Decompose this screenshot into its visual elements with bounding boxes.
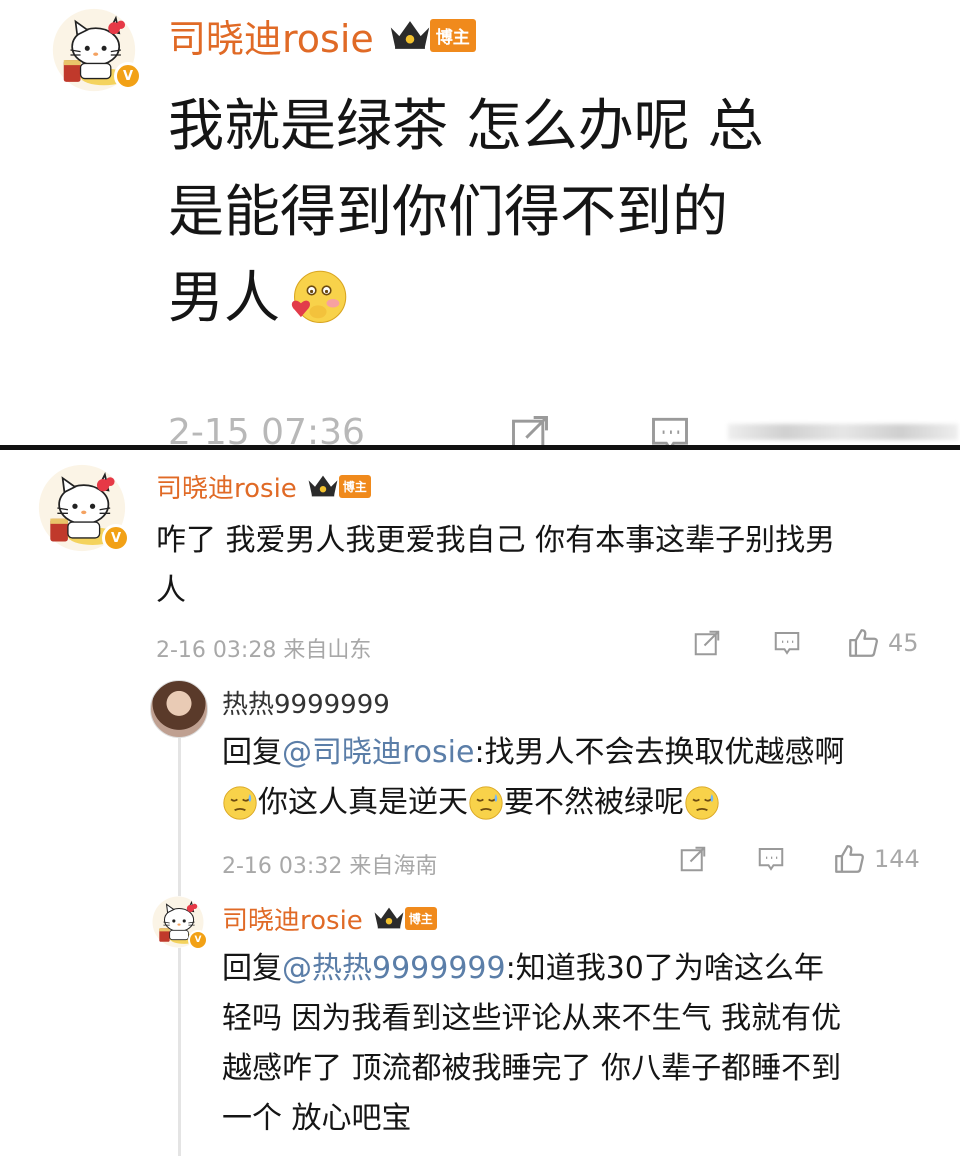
post-footer: 2-15 07:36: [168, 410, 960, 448]
comment-text: 咋了 我爱男人我更爱我自己 你有本事这辈子别找男 人: [156, 516, 835, 616]
crown-icon: [373, 906, 405, 930]
blush-emoji-icon: [286, 267, 350, 331]
crown-icon: [307, 474, 339, 498]
mention-link[interactable]: @热热9999999: [282, 951, 506, 986]
reply1-author-name[interactable]: 热热9999999: [222, 684, 390, 721]
blogger-badge: 博主: [429, 18, 476, 52]
reply-prefix: 回复: [222, 735, 282, 770]
post-text-line: 是能得到你们得不到的: [168, 180, 728, 245]
post-author-name[interactable]: 司晓迪rosie: [168, 8, 374, 63]
verified-v-icon: V: [188, 930, 208, 950]
thumbs-up-icon: [846, 626, 880, 660]
mention-link[interactable]: @司晓迪rosie: [282, 735, 474, 770]
reply1-footer: 2-16 03:32 来自海南 144: [222, 842, 936, 879]
post-text: 我就是绿茶 怎么办呢 总 是能得到你们得不到的 男人: [168, 84, 764, 342]
post-timestamp: 2-15 07:36: [168, 412, 365, 448]
share-icon[interactable]: [678, 844, 708, 874]
comment-author-header: 司晓迪rosie 博主: [156, 468, 371, 504]
share-icon[interactable]: [692, 628, 722, 658]
post-author-avatar[interactable]: V: [52, 8, 142, 92]
screenshot-divider: [0, 445, 960, 450]
comment-icon[interactable]: [756, 844, 786, 874]
reply1-text-line: 要不然被绿呢: [504, 785, 684, 820]
verified-v-icon: V: [114, 62, 142, 90]
verified-v-icon: V: [102, 524, 130, 552]
reply2-author-avatar[interactable]: V: [152, 896, 208, 950]
comment-author-avatar[interactable]: V: [38, 464, 130, 552]
reply1-timestamp: 2-16 03:32 来自海南: [222, 854, 438, 879]
reply1-author-avatar[interactable]: [150, 680, 208, 738]
reply1-text: 回复@司晓迪rosie:找男人不会去换取优越感啊 你这人真是逆天 要不然被绿呢: [222, 728, 845, 828]
reply2-text: 回复@热热9999999:知道我30了为啥这么年 轻吗 因为我看到这些评论从来不…: [222, 944, 841, 1144]
reply2-text-line: 轻吗 因为我看到这些评论从来不生气 我就有优: [222, 1001, 842, 1036]
comment-timestamp: 2-16 03:28 来自山东: [156, 638, 372, 663]
post-text-line: 我就是绿茶 怎么办呢 总: [168, 94, 764, 159]
like-count: 144: [874, 845, 920, 873]
sweat-emoji-icon: [684, 785, 720, 821]
comment-author-name[interactable]: 司晓迪rosie: [156, 468, 297, 505]
reply2-text-line: 越感咋了 顶流都被我睡完了 你八辈子都睡不到: [222, 1051, 842, 1086]
comment-footer: 2-16 03:28 来自山东 45: [156, 626, 936, 663]
post-author-header: 司晓迪rosie 博主: [168, 8, 476, 63]
reply1-text-line: :找男人不会去换取优越感啊: [474, 735, 845, 770]
comment-icon[interactable]: [648, 412, 692, 448]
comment-text-line: 咋了 我爱男人我更爱我自己 你有本事这辈子别找男: [156, 523, 836, 558]
reply-prefix: 回复: [222, 951, 282, 986]
like-button[interactable]: 45: [846, 626, 919, 660]
share-icon[interactable]: [508, 412, 552, 448]
reply1-text-line: 你这人真是逆天: [258, 785, 468, 820]
reply2-author-header: 司晓迪rosie 博主: [222, 900, 437, 936]
reply2-text-line: :知道我30了为啥这么年: [505, 951, 824, 986]
blogger-badge: 博主: [338, 474, 371, 498]
blogger-badge: 博主: [404, 906, 437, 930]
like-count-blurred: [728, 424, 958, 440]
comment-icon[interactable]: [772, 628, 802, 658]
sweat-emoji-icon: [222, 785, 258, 821]
post-text-line: 男人: [168, 266, 280, 331]
comment-text-line: 人: [156, 573, 186, 608]
sweat-emoji-icon: [468, 785, 504, 821]
reply2-text-line: 一个 放心吧宝: [222, 1101, 412, 1136]
like-count: 45: [888, 629, 919, 657]
reply2-author-name[interactable]: 司晓迪rosie: [222, 900, 363, 937]
thumbs-up-icon: [832, 842, 866, 876]
like-button[interactable]: 144: [832, 842, 920, 876]
crown-icon: [388, 19, 432, 51]
